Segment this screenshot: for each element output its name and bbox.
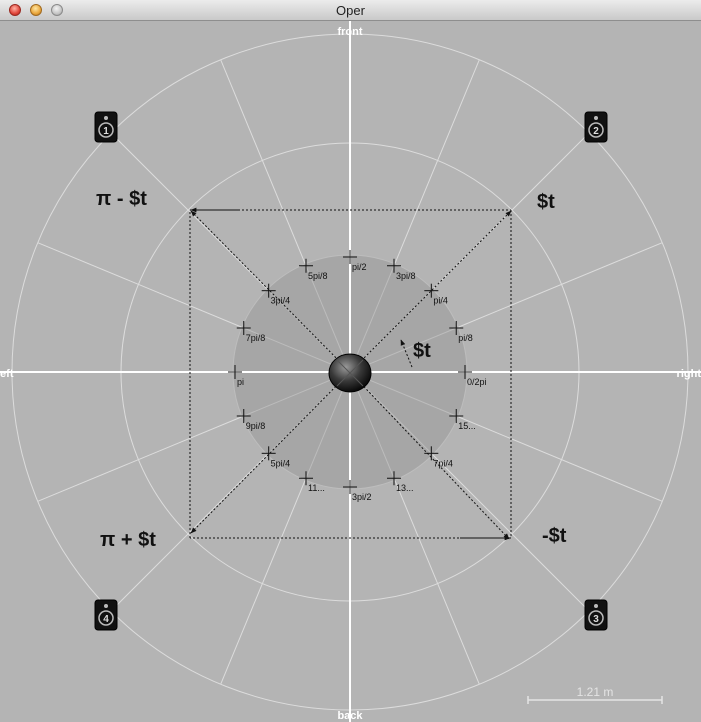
angle-marker-label: 7pi/4 [433,458,453,468]
oper-window: Oper front back left right [0,0,701,722]
angle-marker-label: 5pi/4 [271,458,291,468]
angle-marker-label: 9pi/8 [246,421,266,431]
angle-marker-label: 0/2pi [467,377,487,387]
grid-spoke [457,242,663,328]
label-pi-minus-t: π - $t [96,188,147,210]
grid-spoke [220,59,306,265]
grid-spoke [394,59,480,265]
label-neg-t: -$t [542,525,567,547]
grid-spoke [457,416,663,502]
label-t: $t [537,191,555,213]
scale-label: 1.21 m [577,685,614,699]
speaker-number: 2 [593,126,599,137]
grid-spoke [37,242,243,328]
speaker-number: 3 [593,614,599,625]
spatial-panner-canvas[interactable]: front back left right pi/2 3pi/8 pi/4 pi/8 0… [0,21,701,722]
angle-marker-label: 3pi/4 [271,296,291,306]
label-left: left [0,368,14,380]
angle-marker-label: pi [237,377,244,387]
grid-spoke [220,479,306,685]
speaker-icon[interactable]: 1 [94,111,118,143]
label-front: front [337,26,362,38]
label-right: right [677,368,701,380]
angle-marker-label: pi/4 [433,296,448,306]
window-title: Oper [336,3,365,18]
speaker-icon[interactable]: 4 [94,599,118,631]
angle-marker-label: pi/2 [352,262,367,272]
speaker-icon[interactable]: 2 [584,111,608,143]
label-pi-plus-t: π + $t [100,529,156,551]
angle-marker-label: 11... [308,483,325,493]
grid-spoke [110,132,268,290]
angle-marker-label: 3pi/2 [352,492,372,502]
angle-marker-label: 13... [396,483,414,493]
angle-marker-label: pi/8 [458,333,473,343]
angle-marker-label: 3pi/8 [396,271,416,281]
speaker-number: 4 [103,614,109,625]
angle-marker-label: 7pi/8 [246,333,266,343]
angle-marker-label: 5pi/8 [308,271,328,281]
label-center-t: $t [413,340,431,362]
angle-marker-label: 15... [458,421,476,431]
grid-spoke [37,416,243,502]
speaker-icon[interactable]: 3 [584,599,608,631]
grid-spoke [394,479,480,685]
scale-bar: 1.21 m [527,685,663,704]
listener-sphere[interactable] [328,353,372,393]
label-back: back [337,710,363,722]
title-bar: Oper [0,0,701,21]
speaker-number: 1 [103,126,109,137]
